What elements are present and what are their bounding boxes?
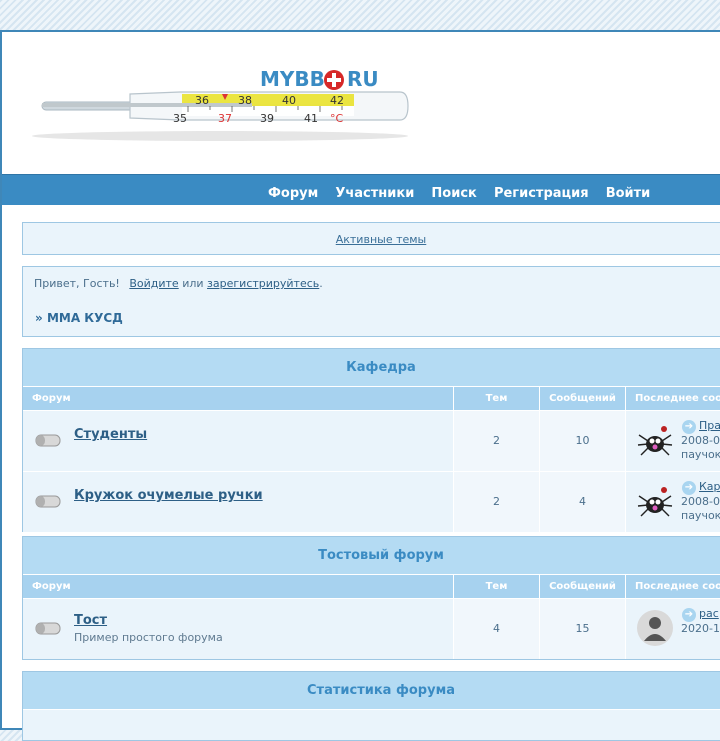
forum-statistics: Статистика форума <box>22 671 720 741</box>
last-post-link[interactable]: Пра <box>699 419 720 432</box>
forum-cell: Кружок очумелые ручки <box>23 472 454 532</box>
forum-description: Пример простого форума <box>74 631 223 644</box>
arrow-right-icon[interactable]: ➔ <box>682 481 696 495</box>
arrow-right-icon[interactable]: ➔ <box>682 608 696 622</box>
default-user-avatar <box>637 610 673 646</box>
nav-forum[interactable]: Форум <box>268 186 318 201</box>
forum-pill-icon <box>35 622 61 635</box>
greeting-text: Привет, Гость! <box>34 277 120 290</box>
topics-count: 4 <box>454 599 540 659</box>
breadcrumb-separator: » <box>35 311 43 325</box>
last-post-cell: ➔ Пра 2008-0 паучок <box>626 411 720 471</box>
forum-row: Кружок очумелые ручки 2 4 ➔ Кар 2008-0 п… <box>23 471 720 532</box>
last-post-link[interactable]: рас <box>699 607 719 620</box>
last-post-cell: ➔ рас 2020-1 <box>626 599 720 659</box>
welcome-box: Привет, Гость! Войдите или зарегистрируй… <box>22 266 720 337</box>
forum-row: Тост Пример простого форума 4 15 ➔ рас 2… <box>23 598 720 659</box>
svg-text:42: 42 <box>330 94 344 107</box>
spider-avatar <box>637 426 673 456</box>
svg-text:35: 35 <box>173 112 187 125</box>
register-link[interactable]: зарегистрируйтесь <box>207 277 319 290</box>
topics-count: 2 <box>454 472 540 532</box>
col-topics: Тем <box>454 575 540 598</box>
forum-cell: Студенты <box>23 411 454 471</box>
svg-text:41: 41 <box>304 112 318 125</box>
forum-cell: Тост Пример простого форума <box>23 599 454 659</box>
breadcrumb-forum-link[interactable]: MMA КУСД <box>47 311 123 325</box>
last-post-date: 2008-0 <box>681 434 720 447</box>
last-post-cell: ➔ Кар 2008-0 паучок <box>626 472 720 532</box>
header: 36 38 40 42 35 37 39 41 °C MYBB RU <box>2 32 720 174</box>
stats-title: Статистика форума <box>23 672 720 710</box>
period-text: . <box>319 277 323 290</box>
col-topics: Тем <box>454 387 540 410</box>
page-wrapper: 36 38 40 42 35 37 39 41 °C MYBB RU Форум… <box>0 30 720 741</box>
topics-count: 2 <box>454 411 540 471</box>
welcome-line: Привет, Гость! Войдите или зарегистрируй… <box>34 277 323 290</box>
last-post-user: паучок <box>681 448 720 461</box>
forum-pill-icon <box>35 434 61 447</box>
svg-text:36: 36 <box>195 94 209 107</box>
login-link[interactable]: Войдите <box>129 277 178 290</box>
or-text: или <box>182 277 204 290</box>
svg-text:38: 38 <box>238 94 252 107</box>
posts-count: 15 <box>540 599 626 659</box>
column-header-row: Форум Тем Сообщений Последнее сообщение <box>23 387 720 410</box>
logo-brand: MYBB <box>260 67 325 91</box>
category-toast: Тостовый форум Форум Тем Сообщений После… <box>22 536 720 660</box>
posts-count: 10 <box>540 411 626 471</box>
spider-avatar <box>637 487 673 517</box>
last-post-date: 2020-1 <box>681 622 720 635</box>
posts-count: 4 <box>540 472 626 532</box>
last-post-user: паучок <box>681 509 720 522</box>
col-last-post: Последнее сообщение <box>635 581 720 592</box>
category-title: Кафедра <box>23 349 720 387</box>
nav-search[interactable]: Поиск <box>431 186 476 201</box>
svg-text:40: 40 <box>282 94 296 107</box>
svg-text:39: 39 <box>260 112 274 125</box>
col-last-post: Последнее сообщение <box>635 393 720 404</box>
forum-link[interactable]: Студенты <box>74 427 147 442</box>
forum-pill-icon <box>35 495 61 508</box>
forum-link[interactable]: Тост <box>74 613 107 628</box>
category-title: Тостовый форум <box>23 537 720 575</box>
arrow-right-icon[interactable]: ➔ <box>682 420 696 434</box>
nav-login[interactable]: Войти <box>606 186 651 201</box>
logo-suffix: RU <box>347 67 379 91</box>
nav-members[interactable]: Участники <box>335 186 414 201</box>
active-topics-bar: Активные темы <box>22 222 720 255</box>
category-kafedra: Кафедра Форум Тем Сообщений Последнее со… <box>22 348 720 532</box>
col-posts: Сообщений <box>540 387 626 410</box>
svg-text:°C: °C <box>330 112 344 125</box>
last-post-date: 2008-0 <box>681 495 720 508</box>
main-navigation: Форум Участники Поиск Регистрация Войти <box>2 174 720 205</box>
last-post-link[interactable]: Кар <box>699 480 720 493</box>
col-forum: Форум <box>23 387 454 410</box>
active-topics-link[interactable]: Активные темы <box>336 233 427 246</box>
nav-register[interactable]: Регистрация <box>494 186 589 201</box>
svg-text:37: 37 <box>218 112 232 125</box>
column-header-row: Форум Тем Сообщений Последнее сообщение <box>23 575 720 598</box>
forum-row: Студенты 2 10 ➔ Пра 2008-0 паучок <box>23 410 720 471</box>
site-logo[interactable]: 36 38 40 42 35 37 39 41 °C MYBB RU <box>30 64 422 144</box>
col-posts: Сообщений <box>540 575 626 598</box>
col-forum: Форум <box>23 575 454 598</box>
forum-link[interactable]: Кружок очумелые ручки <box>74 488 263 503</box>
breadcrumb: » MMA КУСД <box>35 311 123 325</box>
